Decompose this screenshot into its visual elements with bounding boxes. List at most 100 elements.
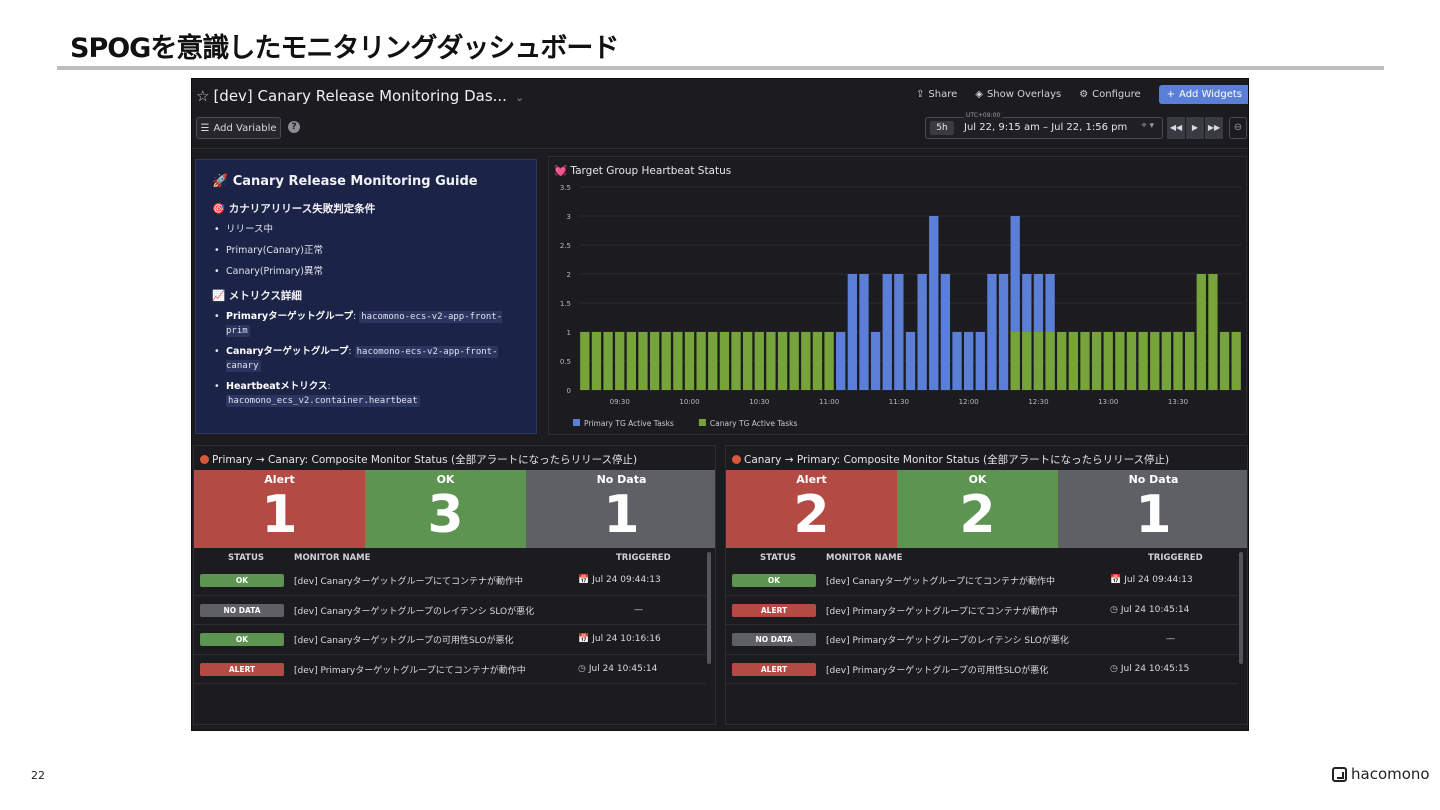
add-widgets-button[interactable]: + Add Widgets — [1158, 85, 1248, 104]
bar — [1161, 332, 1172, 390]
time-range-text: Jul 22, 9:15 am – Jul 22, 1:56 pm — [964, 122, 1128, 133]
triggered-text: Jul 24 10:45:14 — [588, 663, 658, 674]
bar — [731, 332, 741, 390]
monitor-name[interactable]: [dev] Canaryターゲットグループにてコンテナが動作中 — [826, 574, 1055, 587]
bar — [824, 332, 834, 390]
table-row[interactable]: OK [dev] Canaryターゲットグループにてコンテナが動作中 📅 Jul 24… — [194, 566, 706, 596]
table-row[interactable]: OK [dev] Canaryターゲットグループにてコンテナが動作中 📅 Jul 24… — [726, 566, 1238, 596]
configure-button[interactable]: ⚙ Configure — [1079, 89, 1140, 100]
alert-tile[interactable]: Alert 2 — [726, 470, 897, 548]
table-row[interactable]: NO DATA [dev] Canaryターゲットグループのレイテンシ SLOが悪… — [194, 596, 706, 625]
page-number: 22 — [31, 769, 45, 782]
heartbeat-title: 💓 Target Group Heartbeat Status — [554, 165, 732, 177]
brand-name: hacomono — [1351, 765, 1430, 783]
x-tick-label: 12:30 — [1028, 398, 1048, 406]
list-item: Primaryターゲットグループ: hacomono-ecs-v2-app-fr… — [212, 310, 520, 338]
col-triggered[interactable]: TRIGGERED — [1148, 553, 1203, 563]
canary-label: Canaryターゲットグループ — [226, 346, 349, 358]
share-icon: ⇪ — [916, 89, 925, 100]
triggered-time: — — [634, 605, 643, 615]
scrollbar[interactable] — [1239, 552, 1243, 664]
scrollbar[interactable] — [707, 552, 711, 664]
triggered-text: — — [1166, 634, 1175, 644]
monitor-name[interactable]: [dev] Primaryターゲットグループにてコンテナが動作中 — [294, 663, 526, 676]
play-icon[interactable]: ▶ — [1186, 117, 1204, 139]
triggered-time: — — [1166, 634, 1175, 644]
chevron-down-icon[interactable]: ⌄ — [515, 91, 524, 104]
fast-forward-icon[interactable]: ▶▶ — [1205, 117, 1223, 139]
zoom-out-icon[interactable]: ⊖ — [1229, 117, 1247, 139]
triggered-time: ◷ Jul 24 10:45:15 — [1110, 664, 1189, 674]
bar — [603, 332, 613, 390]
x-tick-label: 12:00 — [959, 398, 979, 406]
monitor-name[interactable]: [dev] Primaryターゲットグループの可用性SLOが悪化 — [826, 663, 1048, 676]
bar — [661, 332, 671, 390]
table-row[interactable]: OK [dev] Canaryターゲットグループの可用性SLOが悪化 📅 Jul 24… — [194, 625, 706, 655]
filter-icon: ☰ — [200, 122, 210, 134]
monitor-name[interactable]: [dev] Canaryターゲットグループのレイテンシ SLOが悪化 — [294, 604, 534, 617]
triggered-text: Jul 24 09:44:13 — [1124, 575, 1193, 585]
alert-count: 2 — [793, 485, 830, 545]
timezone-label: UTC+09:00 — [964, 112, 1003, 119]
col-monitor-name[interactable]: MONITOR NAME — [294, 553, 370, 563]
col-monitor-name[interactable]: MONITOR NAME — [826, 553, 902, 563]
star-icon[interactable]: ☆ — [196, 87, 209, 105]
y-tick-label: 0 — [567, 387, 571, 395]
status-tiles: Alert 1 OK 3 No Data 1 — [194, 470, 715, 548]
bar — [684, 332, 695, 390]
monitor-name[interactable]: [dev] Primaryターゲットグループのレイテンシ SLOが悪化 — [826, 633, 1069, 646]
bar — [615, 332, 625, 390]
table-row[interactable]: ALERT [dev] Primaryターゲットグループにてコンテナが動作中 ◷ Ju… — [194, 655, 706, 684]
triggered-time: 📅 Jul 24 10:16:16 — [578, 634, 661, 644]
monitor-name[interactable]: [dev] Canaryターゲットグループの可用性SLOが悪化 — [294, 633, 513, 646]
guide-section-metrics: 📈 メトリクス詳細 — [212, 290, 302, 303]
alert-tile[interactable]: Alert 1 — [194, 470, 365, 548]
col-status[interactable]: STATUS — [760, 553, 796, 563]
y-tick-label: 3.5 — [560, 184, 571, 192]
ok-tile[interactable]: OK 2 — [897, 470, 1058, 548]
bar — [1150, 332, 1160, 390]
primary-label: Primaryターゲットグループ — [226, 311, 354, 323]
bar — [1057, 332, 1067, 390]
time-range-picker[interactable]: UTC+09:00 5h Jul 22, 9:15 am – Jul 22, 1… — [925, 112, 1163, 139]
bar — [638, 332, 648, 390]
legend-label: Primary TG Active Tasks — [584, 419, 674, 428]
bar — [719, 332, 730, 390]
status-badge: OK — [200, 574, 284, 587]
nodata-tile[interactable]: No Data 1 — [1058, 470, 1247, 548]
col-status[interactable]: STATUS — [228, 553, 264, 563]
pin-icon[interactable]: ⌖ ▾ — [1142, 121, 1154, 131]
configure-label: Configure — [1092, 89, 1141, 100]
header-actions: ⇪ Share ◈ Show Overlays ⚙ Configure + Add Wi… — [916, 85, 1248, 104]
y-tick-label: 2.5 — [560, 242, 571, 250]
bar — [801, 332, 811, 390]
add-variable-button[interactable]: ☰ Add Variable — [196, 117, 281, 139]
ok-tile[interactable]: OK 3 — [365, 470, 526, 548]
bar — [1080, 332, 1090, 390]
triggered-text: Jul 24 10:16:16 — [592, 634, 661, 644]
table-row[interactable]: ALERT [dev] Primaryターゲットグループの可用性SLOが悪化 ◷ Ju… — [726, 655, 1238, 684]
bar — [649, 332, 660, 390]
bar — [580, 332, 590, 390]
monitor-name[interactable]: [dev] Canaryターゲットグループにてコンテナが動作中 — [294, 574, 523, 587]
y-tick-label: 0.5 — [560, 358, 571, 366]
guide-section-conditions: 🎯 カナリアリリース失敗判定条件 — [212, 203, 376, 215]
bar — [1115, 332, 1125, 390]
help-icon[interactable]: ? — [288, 121, 300, 133]
table-row[interactable]: ALERT [dev] Primaryターゲットグループにてコンテナが動作中 ◷ Ju… — [726, 596, 1238, 625]
share-button[interactable]: ⇪ Share — [916, 89, 957, 100]
bar — [1185, 332, 1195, 390]
monitor-rows: OK [dev] Canaryターゲットグループにてコンテナが動作中 📅 Jul 24… — [194, 566, 706, 684]
monitor-name[interactable]: [dev] Primaryターゲットグループにてコンテナが動作中 — [826, 604, 1058, 617]
list-item: Primary(Canary)正常 — [212, 244, 520, 258]
x-tick-label: 11:30 — [889, 398, 909, 406]
show-overlays-button[interactable]: ◈ Show Overlays — [975, 89, 1061, 100]
dashboard-title[interactable]: ☆ [dev] Canary Release Monitoring Das... ⌄ — [196, 87, 524, 105]
table-row[interactable]: NO DATA [dev] Primaryターゲットグループのレイテンシ SLOが… — [726, 625, 1238, 655]
conditions-list: リリース中 Primary(Canary)正常 Canary(Primary)異… — [212, 223, 520, 278]
heartbeat-chart: 0 0.5 1 1.5 2 2.5 3 3.5 09:30 10:00 10:30 11:00 11:3… — [560, 184, 1242, 428]
nodata-tile[interactable]: No Data 1 — [526, 470, 715, 548]
rewind-icon[interactable]: ◀◀ — [1167, 117, 1185, 139]
show-overlays-label: Show Overlays — [986, 89, 1062, 100]
col-triggered[interactable]: TRIGGERED — [616, 553, 671, 563]
